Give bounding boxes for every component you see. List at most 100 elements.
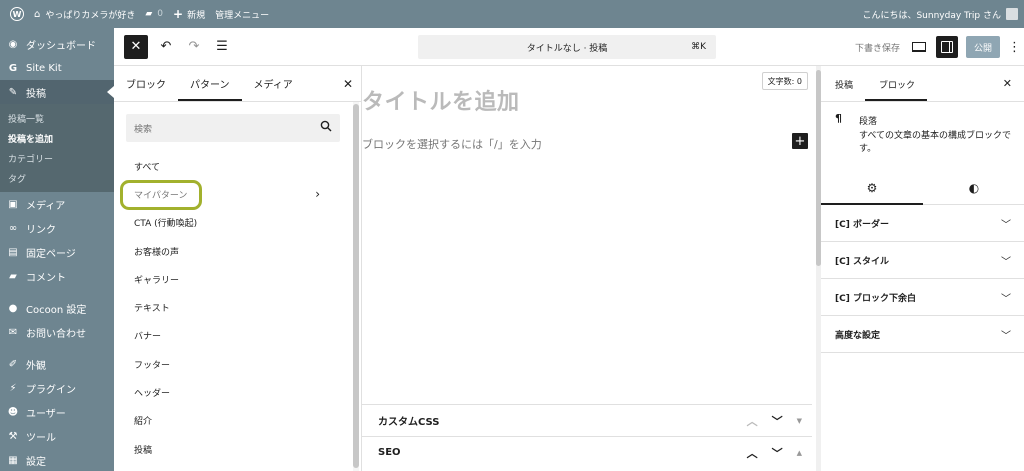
category-footer[interactable]: フッター <box>114 350 350 378</box>
document-overview-button[interactable]: ☰ <box>212 39 232 54</box>
close-icon[interactable]: ✕ <box>1003 77 1012 90</box>
submenu-all-posts[interactable]: 投稿一覧 <box>0 108 114 128</box>
block-inserter-panel: ブロック パターン メディア ✕ 検索 すべて マイパターン › CTA (行動… <box>114 66 362 471</box>
command-palette-bar[interactable]: タイトルなし · 投稿 ⌘K <box>418 35 716 59</box>
category-label: フッター <box>134 360 171 371</box>
highlight-ring <box>120 180 202 211</box>
publish-button[interactable]: 公開 <box>966 36 1000 58</box>
category-gallery[interactable]: ギャラリー <box>114 265 350 293</box>
shortcut-hint: ⌘K <box>691 42 706 52</box>
category-about[interactable]: 紹介 <box>114 407 350 435</box>
block-placeholder[interactable]: ブロックを選択するには「/」を入力 <box>362 136 542 152</box>
sidebar-item-appearance[interactable]: ✐ 外観 <box>0 352 114 376</box>
tool-icon: ⚒ <box>8 430 18 442</box>
sidebar-item-sitekit[interactable]: G Site Kit <box>0 56 114 80</box>
settings-toggle-button[interactable] <box>936 36 958 58</box>
category-all[interactable]: すべて <box>114 152 350 180</box>
category-my-patterns[interactable]: マイパターン › <box>114 180 350 211</box>
cocoon-icon: ● <box>8 302 18 314</box>
toggle-triangle-icon[interactable]: ▼ <box>797 417 802 425</box>
meta-box-custom-css[interactable]: カスタムCSS ︿ ﹀ ▼ <box>362 404 812 436</box>
sidebar-item-settings[interactable]: ▦ 設定 <box>0 448 114 471</box>
panel-style[interactable]: [C] スタイル ﹀ <box>821 242 1024 279</box>
sidebar-item-media[interactable]: ▣ メディア <box>0 192 114 216</box>
account-menu[interactable]: こんにちは、Sunnyday Trip さん <box>862 8 1018 21</box>
undo-icon: ↶ <box>160 39 172 54</box>
tab-media[interactable]: メディア <box>242 76 305 101</box>
sidebar-item-pages[interactable]: ▤ 固定ページ <box>0 240 114 264</box>
submenu-tags[interactable]: タグ <box>0 168 114 188</box>
move-up-icon[interactable]: ︿ <box>747 413 758 429</box>
save-draft-button[interactable]: 下書き保存 <box>855 41 900 54</box>
sidebar-item-posts[interactable]: ✎ 投稿 <box>0 80 114 104</box>
link-icon: ∞ <box>8 222 18 234</box>
site-name-link[interactable]: ⌂ やっぱりカメラが好き <box>34 8 135 21</box>
category-label: 紹介 <box>134 417 153 428</box>
tab-blocks[interactable]: ブロック <box>114 76 178 101</box>
pin-icon: ✎ <box>8 86 18 98</box>
sidebar-item-contact[interactable]: ✉ お問い合わせ <box>0 320 114 344</box>
meta-box-seo[interactable]: SEO ︿ ﹀ ▲ <box>362 436 812 468</box>
category-posts[interactable]: 投稿 <box>114 435 350 463</box>
panel-title: [C] ボーダー <box>835 219 889 230</box>
toggle-triangle-icon[interactable]: ▲ <box>797 449 802 457</box>
admin-menu-link[interactable]: 管理メニュー <box>215 8 269 21</box>
block-description: すべての文章の基本の構成ブロックです。 <box>859 131 1012 154</box>
new-content-link[interactable]: + 新規 <box>173 7 205 21</box>
comments-link[interactable]: ▰ 0 <box>145 9 163 19</box>
settings-sidebar: 投稿 ブロック ✕ ¶ 段落 すべての文章の基本の構成ブロックです。 ⚙ ◐ [… <box>816 66 1024 471</box>
sidebar-item-links[interactable]: ∞ リンク <box>0 216 114 240</box>
tab-styles[interactable]: ◐ <box>923 172 1024 204</box>
category-testimonials[interactable]: お客様の声 <box>114 237 350 265</box>
meta-box-title: SEO <box>378 447 401 458</box>
submenu-categories[interactable]: カテゴリー <box>0 148 114 168</box>
move-down-icon[interactable]: ﹀ <box>772 413 783 429</box>
site-name-label: やっぱりカメラが好き <box>45 10 136 21</box>
post-title-input[interactable]: タイトルを追加 <box>362 84 520 116</box>
sidebar-item-label: 投稿 <box>26 88 46 100</box>
panel-border[interactable]: [C] ボーダー ﹀ <box>821 205 1024 242</box>
panel-block-margin[interactable]: [C] ブロック下余白 ﹀ <box>821 279 1024 316</box>
move-down-icon[interactable]: ﹀ <box>772 445 783 461</box>
sidebar-item-tools[interactable]: ⚒ ツール <box>0 424 114 448</box>
close-icon: ✕ <box>130 39 142 54</box>
tab-post[interactable]: 投稿 <box>821 78 865 101</box>
chevron-down-icon: ﹀ <box>1001 256 1011 268</box>
undo-button[interactable]: ↶ <box>156 39 176 54</box>
tab-settings[interactable]: ⚙ <box>821 172 923 205</box>
sidebar-item-plugins[interactable]: ⚡ プラグイン <box>0 376 114 400</box>
category-cta[interactable]: CTA (行動喚起) <box>114 209 350 237</box>
close-inserter-button[interactable]: ✕ <box>124 34 148 59</box>
category-header[interactable]: ヘッダー <box>114 378 350 406</box>
preview-icon[interactable] <box>912 42 926 52</box>
options-menu-icon[interactable]: ⋮ <box>1008 40 1021 55</box>
list-view-icon: ☰ <box>216 39 228 54</box>
sidebar-item-label: 設定 <box>26 456 46 468</box>
tab-block[interactable]: ブロック <box>865 78 928 101</box>
submenu-add-new[interactable]: 投稿を追加 <box>0 128 114 148</box>
sidebar-item-label: ユーザー <box>26 408 66 420</box>
chevron-down-icon: ﹀ <box>1001 330 1011 342</box>
wordpress-logo-icon[interactable]: W <box>10 7 24 21</box>
panel-advanced[interactable]: 高度な設定 ﹀ <box>821 316 1024 353</box>
category-label: ギャラリー <box>134 275 180 286</box>
block-settings-subtabs: ⚙ ◐ <box>821 172 1024 205</box>
inserter-scrollbar[interactable] <box>353 102 359 471</box>
category-label: CTA (行動喚起) <box>134 219 198 230</box>
close-icon[interactable]: ✕ <box>343 77 353 91</box>
category-label: テキスト <box>134 304 170 315</box>
sidebar-item-dashboard[interactable]: ◉ ダッシュボード <box>0 32 114 56</box>
new-label: 新規 <box>187 10 206 21</box>
chevron-down-icon: ﹀ <box>1001 219 1011 231</box>
sidebar-item-users[interactable]: ☻ ユーザー <box>0 400 114 424</box>
add-block-button[interactable]: + <box>792 133 808 149</box>
sidebar-item-cocoon[interactable]: ● Cocoon 設定 <box>0 296 114 320</box>
move-up-icon[interactable]: ︿ <box>747 445 758 461</box>
category-text[interactable]: テキスト <box>114 293 350 321</box>
plugin-icon: ⚡ <box>9 382 17 394</box>
pattern-search-input[interactable]: 検索 <box>126 114 340 142</box>
category-banner[interactable]: バナー <box>114 322 350 350</box>
redo-button[interactable]: ↷ <box>184 39 204 54</box>
sidebar-item-comments[interactable]: ▰ コメント <box>0 264 114 288</box>
tab-patterns[interactable]: パターン <box>178 76 242 101</box>
